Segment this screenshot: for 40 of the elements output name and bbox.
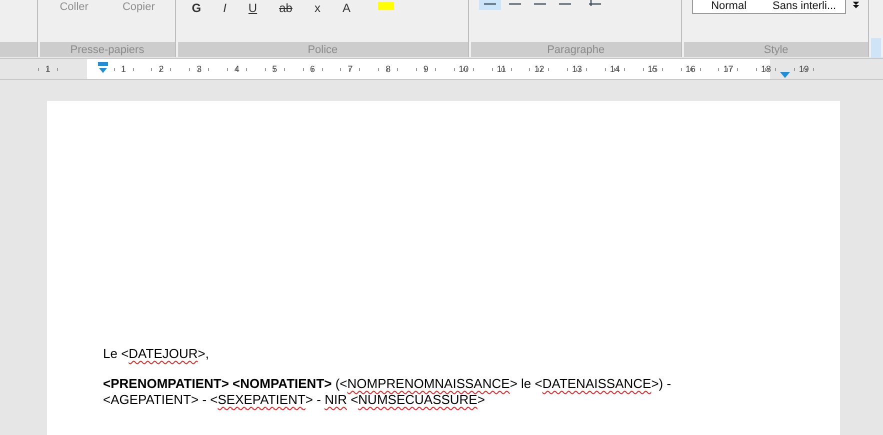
document-paragraph: Le <DATEJOUR>, [103, 346, 210, 362]
ruler-number: 11 [494, 64, 508, 74]
ruler-number: 1 [118, 64, 128, 74]
font-format-button[interactable]: I [217, 1, 232, 15]
style-gallery[interactable]: Normal Sans interli... [692, 0, 846, 14]
group-label: Presse-papiers [40, 42, 175, 57]
ruler-number: 7 [346, 64, 355, 74]
highlight-color-icon[interactable] [378, 2, 394, 10]
ruler-number: 8 [384, 64, 393, 74]
font-format-button[interactable]: U [242, 1, 264, 15]
ruler-number: 3 [194, 64, 204, 74]
font-format-button[interactable]: A [336, 1, 356, 15]
ruler-number: 4 [232, 64, 242, 74]
ruler-number: 6 [308, 64, 317, 74]
ruler-number: 1 [43, 64, 52, 74]
ruler-number: 13 [570, 64, 584, 74]
group-label: Police [178, 42, 468, 57]
ruler[interactable]: 1 1 2 3 4 5 6 7 8 9 10 11 12 13 14 15 16 17 18 19 [0, 58, 883, 80]
group-label: Paragraphe [470, 42, 682, 57]
ruler-number: 18 [759, 64, 774, 74]
font-format-button[interactable]: G [186, 1, 208, 15]
more-styles-icon[interactable] [852, 0, 860, 10]
group-label: Style [684, 42, 868, 57]
ruler-number: 17 [721, 64, 736, 74]
indent-marker-icon[interactable] [780, 72, 790, 78]
ruler-number: 14 [608, 64, 622, 74]
indent-marker-icon[interactable] [98, 62, 108, 74]
ruler-number: 9 [421, 64, 430, 74]
document-paragraph: <PRENOMPATIENT> <NOMPATIENT> (<NOMPRENOMNAISSANCE> le <DATENAISSANCE>) - <AGEPATIENT> - <SEXEPATIENT> - NIR <NUMSECUASSURE> [103, 376, 672, 408]
font-format-button[interactable]: x [308, 1, 326, 15]
ruler-number: 12 [532, 64, 546, 74]
group-label [0, 42, 37, 57]
ruler-number: 2 [156, 64, 166, 74]
font-format-button[interactable]: ab [273, 1, 298, 15]
ruler-number: 16 [683, 64, 698, 74]
ribbon-edge [871, 38, 881, 58]
ruler-number: 5 [270, 64, 280, 74]
ruler-number: 19 [796, 64, 811, 74]
ruler-number: 15 [646, 64, 660, 74]
ruler-number: 10 [456, 64, 471, 74]
